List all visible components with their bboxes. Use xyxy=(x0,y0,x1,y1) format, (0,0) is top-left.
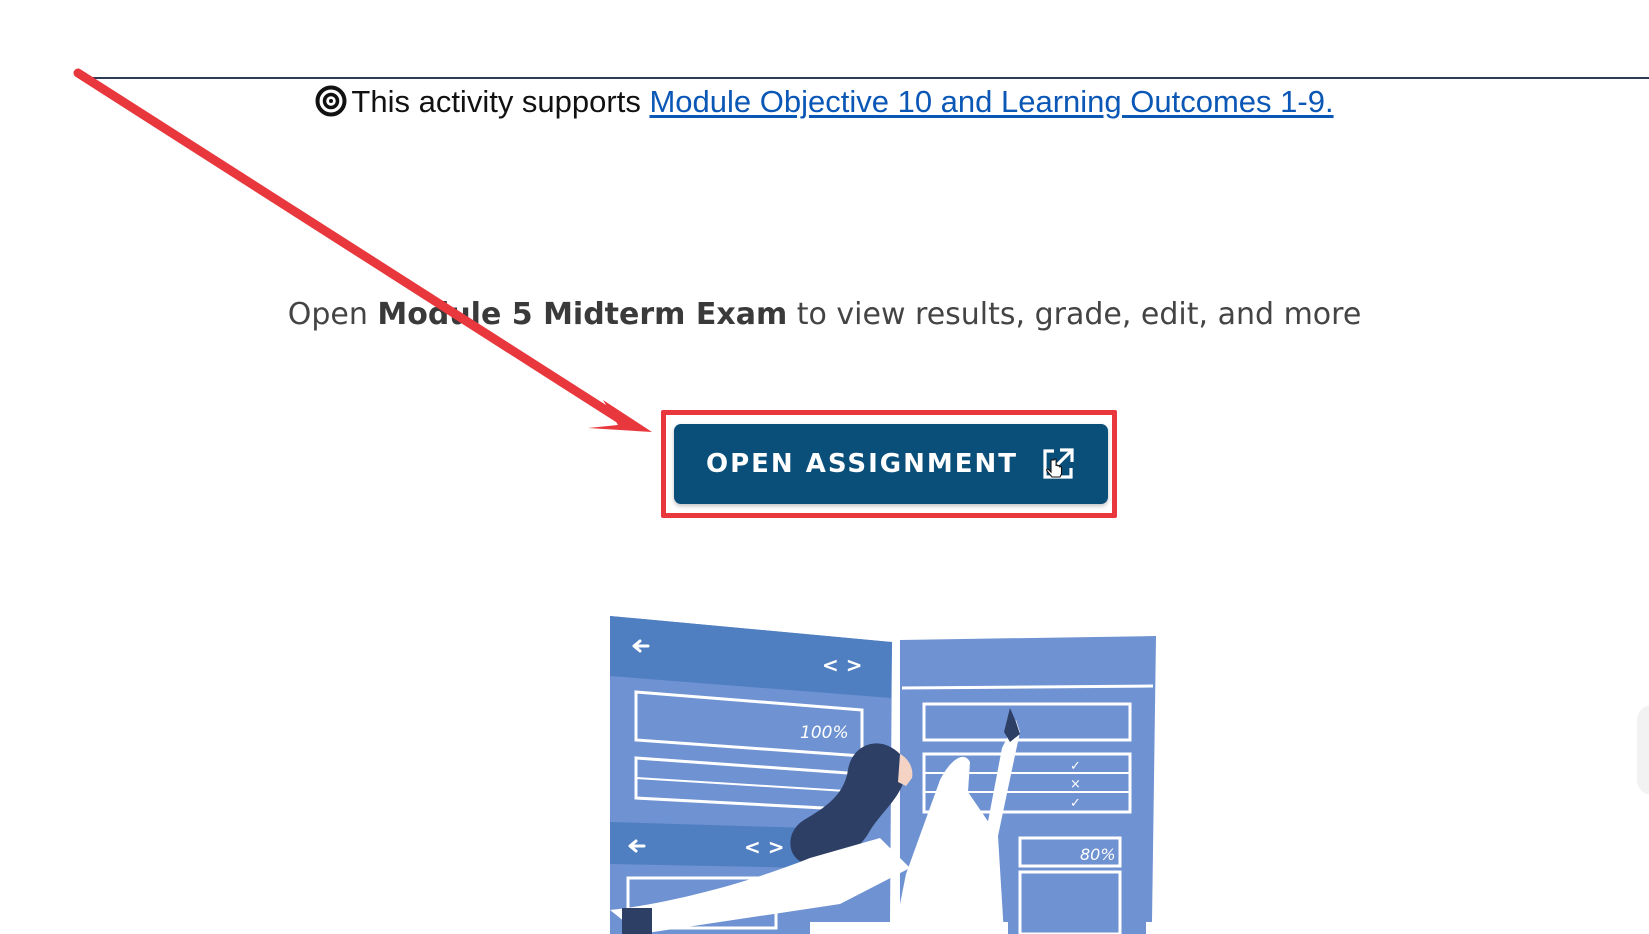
exam-name: Module 5 Midterm Exam xyxy=(377,297,788,332)
panel-b-value: 80% xyxy=(1080,845,1116,864)
svg-text:✓: ✓ xyxy=(1070,796,1081,811)
objective-line: This activity supports Module Objective … xyxy=(0,82,1649,127)
open-assignment-label: OPEN ASSIGNMENT xyxy=(705,449,1019,479)
external-link-icon xyxy=(1040,446,1076,482)
panel-a-value: 100% xyxy=(800,723,849,743)
svg-text:✓: ✓ xyxy=(1070,759,1081,774)
side-scroll-hint xyxy=(1637,705,1649,795)
svg-text:×: × xyxy=(1070,777,1081,792)
svg-text:< >: < > xyxy=(822,653,862,677)
top-divider xyxy=(88,77,1649,79)
grading-illustration: < > 100% < > ✓ × ✓ 80% xyxy=(600,610,1180,934)
target-icon xyxy=(315,85,347,127)
objective-prefix: This activity supports xyxy=(351,84,650,119)
objective-link[interactable]: Module Objective 10 and Learning Outcome… xyxy=(649,84,1333,119)
open-instructions: Open Module 5 Midterm Exam to view resul… xyxy=(0,297,1649,332)
svg-text:< >: < > xyxy=(744,835,784,859)
open-lead: Open xyxy=(287,297,378,332)
open-trail: to view results, grade, edit, and more xyxy=(787,297,1362,332)
open-assignment-button[interactable]: OPEN ASSIGNMENT xyxy=(674,424,1108,504)
